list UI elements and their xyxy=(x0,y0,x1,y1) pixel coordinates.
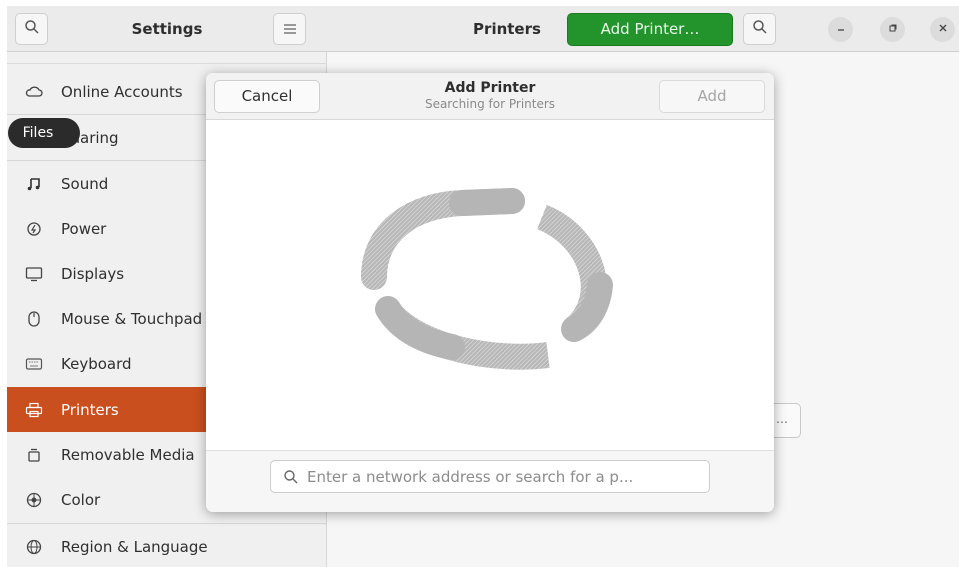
sidebar-title: Settings xyxy=(131,20,203,38)
restore-button[interactable] xyxy=(880,17,905,42)
minimize-button[interactable] xyxy=(828,17,853,42)
minimize-icon xyxy=(836,22,846,37)
sidebar-item-label: Printers xyxy=(61,400,119,419)
sidebar-item-label: Color xyxy=(61,490,101,509)
sidebar-item-label: Online Accounts xyxy=(61,82,183,101)
sidebar-item-label: Sound xyxy=(61,174,109,193)
hamburger-menu-icon xyxy=(283,20,297,39)
dialog-header: Cancel Add Printer Searching for Printer… xyxy=(206,73,774,120)
main-header: Printers Add Printer… xyxy=(327,6,959,52)
keyboard-icon xyxy=(23,353,45,375)
color-icon xyxy=(23,489,45,511)
close-icon xyxy=(938,22,948,37)
search-icon xyxy=(281,467,301,487)
music-note-icon xyxy=(23,173,45,195)
dialog-title: Add Printer xyxy=(444,80,536,96)
sidebar-item-label: Keyboard xyxy=(61,354,132,373)
add-printer-button[interactable]: Add Printer… xyxy=(567,13,733,46)
search-icon xyxy=(752,19,768,39)
page-title: Printers xyxy=(473,20,541,38)
sidebar-item-label: Displays xyxy=(61,264,125,283)
mouse-icon xyxy=(23,308,45,330)
sidebar-item-label: Removable Media xyxy=(61,445,195,464)
background-button: … xyxy=(774,403,801,438)
close-button[interactable] xyxy=(930,17,955,42)
sidebar-menu-button[interactable] xyxy=(273,13,306,45)
power-icon xyxy=(23,218,45,240)
restore-icon xyxy=(888,22,898,37)
dialog-footer xyxy=(206,450,774,512)
add-button[interactable]: Add xyxy=(659,80,765,113)
sidebar-item-label: Mouse & Touchpad xyxy=(61,309,203,328)
settings-window: Settings Online Accounts Sharing Sound P… xyxy=(7,6,959,567)
search-icon xyxy=(24,19,40,39)
dialog-subtitle: Searching for Printers xyxy=(424,97,556,111)
sidebar-item-label: Region & Language xyxy=(61,537,208,556)
loading-spinner-icon xyxy=(361,188,613,370)
add-printer-dialog: Cancel Add Printer Searching for Printer… xyxy=(206,73,774,512)
cancel-button[interactable]: Cancel xyxy=(214,80,320,113)
sidebar-header: Settings xyxy=(7,6,327,52)
main-search-button[interactable] xyxy=(743,13,776,45)
removable-media-icon xyxy=(23,444,45,466)
printer-icon xyxy=(23,399,45,421)
sidebar-item-label: Power xyxy=(61,219,107,238)
sidebar-search-button[interactable] xyxy=(15,13,48,45)
files-tooltip: Files xyxy=(8,118,80,148)
display-icon xyxy=(23,263,45,285)
printer-search-field[interactable] xyxy=(270,460,710,493)
printer-search-input[interactable] xyxy=(307,467,707,486)
sidebar-item-partial[interactable] xyxy=(7,52,327,64)
globe-icon xyxy=(23,536,45,558)
sidebar-item-region-language[interactable]: Region & Language xyxy=(7,524,327,567)
cloud-icon xyxy=(23,81,45,103)
